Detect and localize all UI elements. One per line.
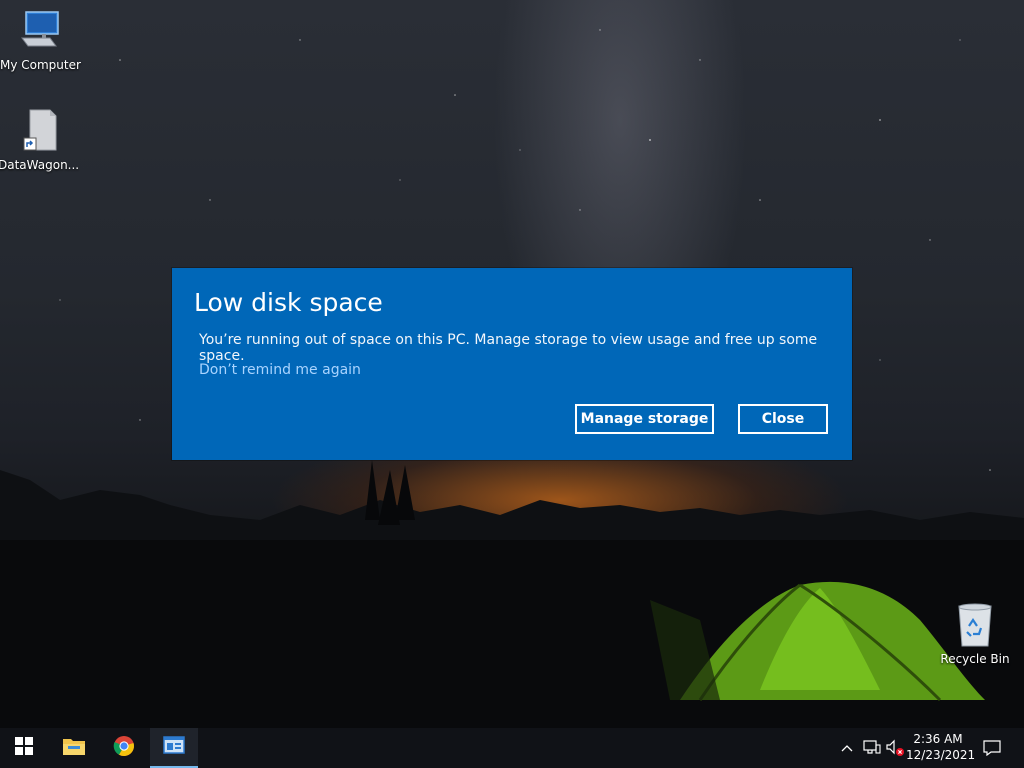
windows-logo-icon — [15, 737, 33, 759]
volume-muted-icon[interactable] — [885, 738, 905, 758]
network-icon[interactable] — [862, 738, 882, 758]
desktop-icon-my-computer[interactable]: My Computer — [0, 8, 81, 72]
monitor-icon — [16, 8, 64, 56]
desktop-icon-datawagon[interactable]: DataWagon... — [0, 108, 80, 172]
desktop-icon-label: My Computer — [0, 58, 81, 72]
manage-storage-button[interactable]: Manage storage — [575, 404, 714, 434]
dialog-message: You’re running out of space on this PC. … — [199, 332, 818, 364]
chevron-up-icon[interactable] — [837, 738, 857, 758]
taskbar-chrome[interactable] — [100, 728, 148, 768]
close-button[interactable]: Close — [738, 404, 828, 434]
dont-remind-link[interactable]: Don’t remind me again — [199, 362, 361, 378]
chrome-icon — [113, 735, 135, 761]
taskbar-app-window[interactable] — [150, 728, 198, 768]
shortcut-file-icon — [14, 108, 62, 156]
start-button[interactable] — [0, 728, 48, 768]
taskbar-file-explorer[interactable] — [50, 728, 98, 768]
taskbar: 2:36 AM 12/23/2021 — [0, 728, 1024, 768]
window-app-icon — [163, 736, 185, 758]
clock-date: 12/23/2021 — [906, 748, 976, 762]
clock-time: 2:36 AM — [913, 732, 963, 746]
system-clock[interactable]: 2:36 AM 12/23/2021 — [906, 731, 976, 763]
recycle-bin-icon — [951, 602, 999, 650]
desktop-icon-label: Recycle Bin — [940, 652, 1010, 666]
desktop-icon-label: DataWagon... — [0, 158, 80, 172]
low-disk-space-dialog: Low disk space You’re running out of spa… — [172, 268, 852, 460]
desktop-icon-recycle-bin[interactable]: Recycle Bin — [935, 602, 1015, 666]
notification-icon[interactable] — [982, 738, 1002, 758]
dialog-title: Low disk space — [194, 288, 383, 317]
folder-icon — [62, 736, 86, 760]
